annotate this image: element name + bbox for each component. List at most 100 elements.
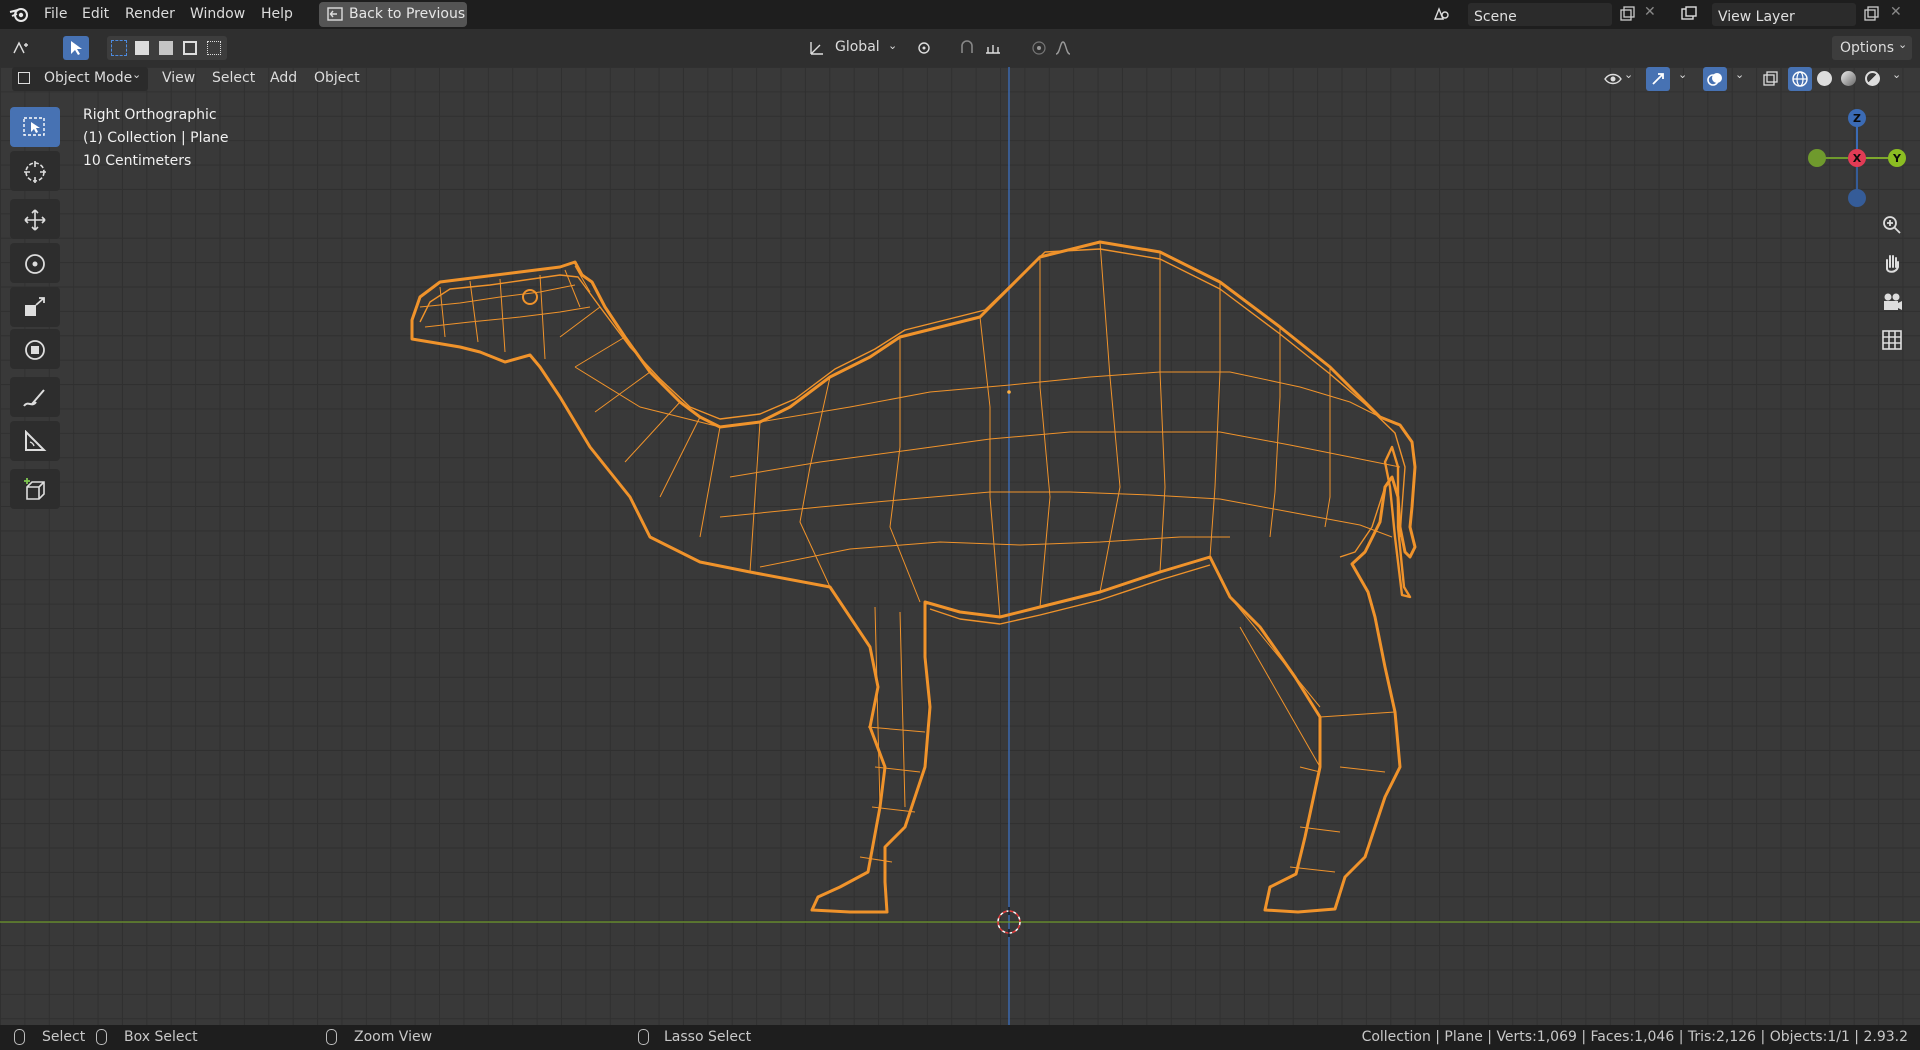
delete-scene-icon[interactable]: ✕ (1644, 4, 1656, 20)
pan-button[interactable] (1878, 249, 1906, 277)
navigation-gizmo[interactable]: Z X Y (1808, 109, 1906, 207)
scale-info: 10 Centimeters (83, 153, 192, 169)
annotate-tool[interactable] (10, 377, 60, 417)
scene-icon[interactable] (1432, 5, 1450, 23)
transform-tool[interactable] (10, 329, 60, 369)
menu-window[interactable]: Window (190, 6, 245, 22)
move-tool[interactable] (10, 199, 60, 239)
annotate-icon (23, 389, 45, 407)
transform-orientation-icon[interactable] (808, 39, 826, 57)
view-layer-name: View Layer (1718, 9, 1795, 25)
select-box-icon (23, 117, 45, 136)
gizmo-icon (1652, 73, 1664, 85)
zoom-button[interactable] (1878, 211, 1906, 239)
transform-icon (25, 340, 45, 360)
snap-increment-icon[interactable] (984, 39, 1002, 57)
select-intersect-icon[interactable] (207, 41, 221, 55)
mouse-right-icon (638, 1029, 649, 1045)
move-icon (24, 209, 46, 231)
rotate-icon (25, 254, 45, 274)
back-button-label: Back to Previous (349, 6, 466, 22)
viewport-header: Object Mode ⌄ View Select Add Object ⌄ ⌄… (0, 67, 1920, 91)
orientation-dropdown-icon[interactable]: ⌄ (888, 39, 897, 52)
status-box-select: Box Select (124, 1029, 198, 1045)
select-box-tool[interactable] (10, 107, 60, 147)
overlays-dropdown-icon[interactable]: ⌄ (1735, 68, 1744, 81)
editor-type-icon[interactable] (12, 39, 30, 57)
collection-info: (1) Collection | Plane (83, 130, 229, 146)
blender-logo-icon[interactable] (8, 4, 30, 24)
add-cube-icon (24, 478, 45, 500)
new-scene-icon[interactable] (1618, 5, 1636, 23)
cursor-tool[interactable] (10, 151, 60, 191)
view-layer-field[interactable]: View Layer (1712, 3, 1856, 26)
viewport-menu-object[interactable]: Object (314, 70, 360, 86)
back-to-previous-button[interactable]: Back to Previous (319, 2, 467, 27)
overlays-toggle-button[interactable] (1703, 67, 1727, 91)
menu-help[interactable]: Help (261, 6, 293, 22)
mode-selector[interactable]: Object Mode ⌄ (12, 67, 148, 91)
gizmo-z-label: Z (1853, 112, 1861, 125)
wireframe-icon (1792, 71, 1808, 87)
select-invert-icon[interactable] (183, 41, 197, 55)
solid-shading-icon[interactable] (1817, 71, 1832, 86)
add-cube-tool[interactable] (10, 469, 60, 509)
options-dropdown-icon: ⌄ (1898, 38, 1908, 51)
mouse-left-icon (14, 1029, 25, 1045)
gizmo-y-label: Y (1892, 152, 1902, 165)
menu-render[interactable]: Render (125, 6, 175, 22)
viewport-menu-add[interactable]: Add (270, 70, 297, 86)
material-shading-icon[interactable] (1841, 71, 1856, 86)
tool-header: Global ⌄ Options ⌄ (0, 29, 1920, 67)
mode-dropdown-icon: ⌄ (132, 68, 142, 81)
delete-view-layer-icon[interactable]: ✕ (1890, 4, 1902, 20)
selection-mode-buttons[interactable] (107, 36, 227, 60)
3d-viewport[interactable]: Z X Y Right Orthographic (1) Collection … (0, 67, 1920, 1025)
scale-tool[interactable] (10, 287, 60, 327)
new-view-layer-icon[interactable] (1862, 5, 1880, 23)
view-layer-icon[interactable] (1680, 5, 1698, 23)
grid-icon (1882, 330, 1902, 350)
menu-edit[interactable]: Edit (82, 6, 109, 22)
cursor-icon (24, 161, 46, 183)
view-name: Right Orthographic (83, 107, 217, 123)
select-subtract-icon[interactable] (159, 41, 173, 55)
status-lasso-select: Lasso Select (664, 1029, 752, 1045)
gizmo-dropdown-icon[interactable]: ⌄ (1678, 68, 1687, 81)
snap-icon[interactable] (958, 39, 976, 57)
transform-orientation-value[interactable]: Global (835, 39, 880, 55)
scene-field[interactable]: Scene (1468, 3, 1612, 26)
toggle-ortho-button[interactable] (1878, 326, 1906, 354)
wireframe-shading-button[interactable] (1788, 67, 1812, 91)
object-origin-dot (1007, 390, 1011, 394)
viewport-menu-view[interactable]: View (162, 70, 195, 86)
shading-dropdown-icon[interactable]: ⌄ (1892, 68, 1901, 81)
gizmo-x-label: X (1853, 152, 1862, 165)
status-zoom-view: Zoom View (354, 1029, 433, 1045)
select-extend-icon[interactable] (135, 41, 149, 55)
rendered-shading-icon[interactable] (1865, 71, 1880, 86)
viewport-menu-select[interactable]: Select (212, 70, 255, 86)
options-button[interactable]: Options ⌄ (1832, 36, 1912, 60)
select-new-icon[interactable] (111, 40, 127, 56)
pivot-point-icon[interactable] (916, 39, 934, 57)
camel-mesh[interactable] (410, 240, 1417, 914)
select-tool-mode-button[interactable] (63, 36, 89, 60)
camera-view-button[interactable] (1878, 288, 1906, 316)
top-bar: File Edit Render Window Help Back to Pre… (0, 0, 1920, 29)
measure-icon (25, 430, 47, 451)
menu-file[interactable]: File (44, 6, 67, 22)
xray-icon[interactable] (1761, 70, 1779, 88)
options-label: Options (1840, 40, 1895, 56)
visibility-dropdown-icon[interactable]: ⌄ (1624, 68, 1633, 81)
scale-icon (25, 297, 45, 316)
back-icon (327, 7, 343, 21)
visibility-icon[interactable] (1604, 70, 1622, 88)
falloff-icon[interactable] (1054, 39, 1072, 57)
scene-statistics: Collection | Plane | Verts:1,069 | Faces… (1361, 1029, 1908, 1045)
proportional-edit-icon[interactable] (1030, 39, 1048, 57)
rotate-tool[interactable] (10, 243, 60, 283)
camera-icon (1884, 293, 1902, 310)
measure-tool[interactable] (10, 421, 60, 461)
gizmo-toggle-button[interactable] (1646, 67, 1670, 91)
